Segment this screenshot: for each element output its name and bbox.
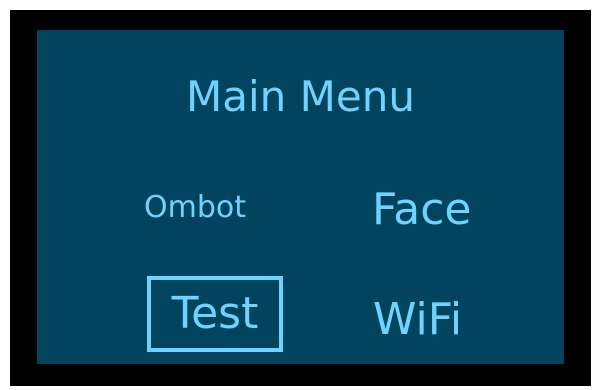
main-menu-screen: Main Menu Ombot Face Test WiFi	[37, 30, 564, 364]
menu-item-face[interactable]: Face	[372, 188, 472, 232]
menu-item-ombot[interactable]: Ombot	[144, 193, 246, 223]
device-bezel: Main Menu Ombot Face Test WiFi	[10, 10, 591, 386]
menu-title: Main Menu	[186, 72, 415, 121]
menu-item-test-selected[interactable]: Test	[147, 276, 283, 352]
menu-item-wifi[interactable]: WiFi	[373, 298, 462, 342]
menu-item-test-label: Test	[171, 288, 259, 339]
